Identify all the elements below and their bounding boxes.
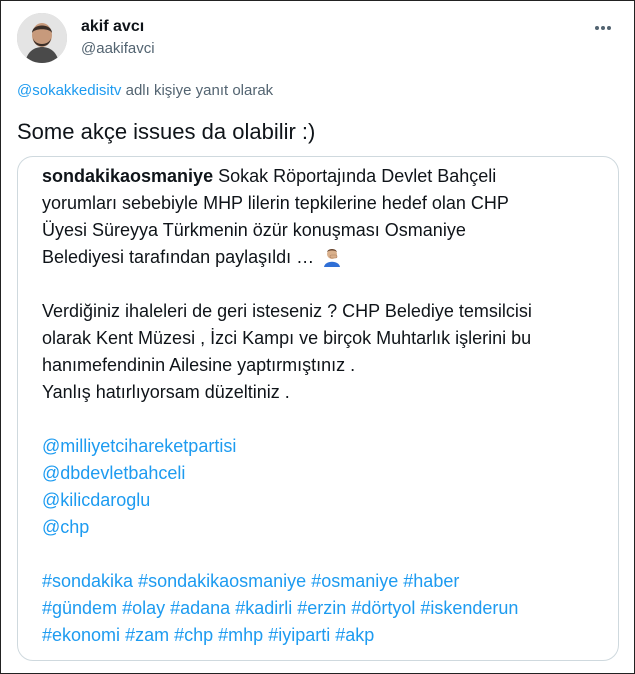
hashtag-link[interactable]: #erzin: [297, 598, 346, 618]
more-horizontal-icon[interactable]: [588, 17, 618, 41]
quoted-paragraph-2: Verdiğiniz ihaleleri de geri isteseniz ?…: [42, 298, 606, 406]
quoted-line: Yanlış hatırlıyorsam düzeltiniz .: [42, 382, 290, 402]
hashtag-link[interactable]: #adana: [170, 598, 230, 618]
hashtag-link[interactable]: #akp: [335, 625, 374, 645]
reply-context-suffix: adlı kişiye yanıt olarak: [121, 82, 274, 99]
quoted-paragraph-1: sondakikaosmaniye Sokak Röportajında Dev…: [42, 163, 606, 271]
hashtag-link[interactable]: #zam: [125, 625, 169, 645]
quoted-line: Sokak Röportajında Devlet Bahçeli: [213, 166, 497, 186]
hashtag-link[interactable]: #kadirli: [235, 598, 292, 618]
avatar-photo: [17, 13, 67, 63]
handle[interactable]: @aakifavci: [81, 39, 155, 59]
hashtag-link[interactable]: #mhp: [218, 625, 263, 645]
hashtag-link[interactable]: #haber: [403, 571, 459, 591]
hashtag-link[interactable]: #gündem: [42, 598, 117, 618]
reply-context: @sokakkedisitv adlı kişiye yanıt olarak: [17, 82, 273, 99]
hashtag-link[interactable]: #osmaniye: [311, 571, 398, 591]
tweet-card: akif avcı @aakifavci @sokakkedisitv adlı…: [0, 0, 635, 674]
man-facepalming-emoji: [321, 247, 343, 267]
quoted-line-with-emoji: Belediyesi tarafından paylaşıldı …: [42, 244, 606, 271]
hashtag-link[interactable]: #ekonomi: [42, 625, 120, 645]
quoted-mentions: @milliyetcihareketpartisi @dbdevletbahce…: [42, 433, 606, 541]
hashtag-link[interactable]: #olay: [122, 598, 165, 618]
more-horizontal-icon-glyph: [595, 26, 611, 30]
quoted-line: hanımefendinin Ailesine yaptırmıştınız .: [42, 355, 356, 375]
mention-link[interactable]: @chp: [42, 514, 606, 541]
display-name[interactable]: akif avcı: [81, 17, 155, 37]
quoted-line: Verdiğiniz ihaleleri de geri isteseniz ?…: [42, 301, 532, 321]
mention-link[interactable]: @kilicdaroglu: [42, 487, 606, 514]
hashtag-link[interactable]: #sondakika: [42, 571, 133, 591]
hashtag-link[interactable]: #iskenderun: [420, 598, 518, 618]
quoted-author[interactable]: sondakikaosmaniye: [42, 166, 213, 186]
mention-link[interactable]: @dbdevletbahceli: [42, 460, 606, 487]
reply-mention-link[interactable]: @sokakkedisitv: [17, 82, 121, 99]
quoted-tweet-body: sondakikaosmaniye Sokak Röportajında Dev…: [42, 163, 606, 649]
hashtag-link[interactable]: #sondakikaosmaniye: [138, 571, 306, 591]
hashtag-link[interactable]: #chp: [174, 625, 213, 645]
hashtag-line: #ekonomi #zam #chp #mhp #iyiparti #akp: [42, 622, 606, 649]
quoted-line: Belediyesi tarafından paylaşıldı …: [42, 247, 320, 267]
hashtag-link[interactable]: #dörtyol: [351, 598, 415, 618]
quoted-line: yorumları sebebiyle MHP lilerin tepkiler…: [42, 193, 509, 213]
quoted-hashtags: #sondakika #sondakikaosmaniye #osmaniye …: [42, 568, 606, 649]
author-names: akif avcı @aakifavci: [81, 17, 155, 59]
hashtag-line: #gündem #olay #adana #kadirli #erzin #dö…: [42, 595, 606, 622]
hashtag-link[interactable]: #iyiparti: [268, 625, 330, 645]
tweet-header: akif avcı @aakifavci: [17, 13, 618, 69]
avatar[interactable]: [17, 13, 67, 63]
quoted-line: olarak Kent Müzesi , İzci Kampı ve birço…: [42, 328, 532, 348]
quoted-tweet[interactable]: sondakikaosmaniye Sokak Röportajında Dev…: [17, 156, 619, 661]
hashtag-line: #sondakika #sondakikaosmaniye #osmaniye …: [42, 568, 606, 595]
mention-link[interactable]: @milliyetcihareketpartisi: [42, 433, 606, 460]
quoted-line: Üyesi Süreyya Türkmenin özür konuşması O…: [42, 220, 466, 240]
tweet-text: Some akçe issues da olabilir :): [17, 119, 316, 144]
